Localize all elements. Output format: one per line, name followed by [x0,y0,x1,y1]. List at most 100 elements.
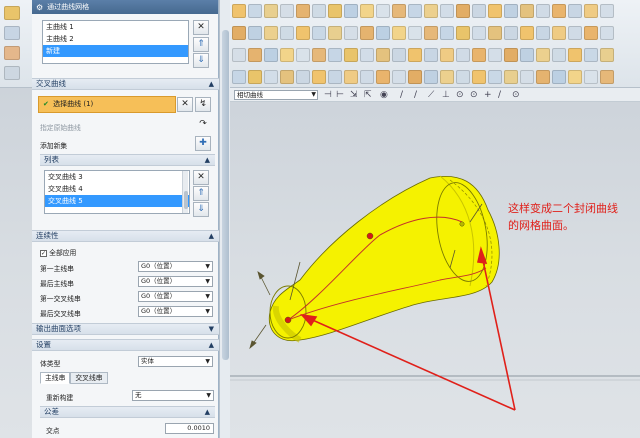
feature-tool-icon[interactable] [248,48,262,62]
surface-tool-icon[interactable] [360,26,374,40]
feature-tool-icon[interactable] [568,48,582,62]
snap-icon[interactable]: ⟋ [428,89,434,101]
surface-tool-icon[interactable] [456,26,470,40]
scrollbar-thumb[interactable] [222,30,229,360]
list-section-header[interactable]: 列表 ▲ [40,154,215,166]
edit-tool-icon[interactable] [344,70,358,84]
feature-tool-icon[interactable] [504,48,518,62]
apply-all-checkbox[interactable]: ✓ 全部应用 [40,247,76,257]
move-down-button[interactable]: ⇓ [193,53,209,68]
surface-tool-icon[interactable] [328,26,342,40]
edit-tool-icon[interactable] [600,70,614,84]
list-scrollbar[interactable] [182,171,188,213]
edit-tool-icon[interactable] [232,70,246,84]
curve-tool-icon[interactable] [456,4,470,18]
cross-curve-section-header[interactable]: 交叉曲线 ▲ [32,78,219,90]
continuity-select[interactable]: G0（位置） ▼ [138,276,213,287]
curve-tool-icon[interactable] [472,4,486,18]
snap-icon[interactable]: ⊥ [442,89,450,101]
curve-tool-icon[interactable] [568,4,582,18]
feature-tool-icon[interactable] [440,48,454,62]
output-options-section-header[interactable]: 输出曲面选项 ▼ [32,323,219,335]
feature-tool-icon[interactable] [280,48,294,62]
intersect-tolerance-input[interactable]: 0.0010 [165,423,214,434]
section-builder-button[interactable]: ↯ [195,97,211,112]
edit-tool-icon[interactable] [296,70,310,84]
surface-tool-icon[interactable] [536,26,550,40]
curve-tool-icon[interactable] [552,4,566,18]
remove-button[interactable]: ✕ [193,170,209,185]
dialog-scrollbar[interactable] [219,0,230,438]
edit-tool-icon[interactable] [376,70,390,84]
snap-icon[interactable]: ⇱ [364,89,372,101]
feature-tool-icon[interactable] [520,48,534,62]
surface-tool-icon[interactable] [408,26,422,40]
curve-tool-icon[interactable] [600,4,614,18]
feature-tool-icon[interactable] [584,48,598,62]
list-item[interactable]: 交叉曲线 4 [45,183,189,195]
feature-tool-icon[interactable] [312,48,326,62]
list-item[interactable]: 主曲线 2 [43,33,188,45]
surface-tool-icon[interactable] [344,26,358,40]
feature-tool-icon[interactable] [536,48,550,62]
edit-tool-icon[interactable] [504,70,518,84]
surface-tool-icon[interactable] [280,26,294,40]
curve-tool-icon[interactable] [408,4,422,18]
remove-button[interactable]: ✕ [193,20,209,35]
edit-tool-icon[interactable] [568,70,582,84]
toolbar-icon[interactable] [4,66,20,80]
edit-tool-icon[interactable] [472,70,486,84]
toolbar-icon[interactable] [4,26,20,40]
surface-tool-icon[interactable] [472,26,486,40]
surface-tool-icon[interactable] [440,26,454,40]
curve-rule-button[interactable]: ✕ [177,97,193,112]
edit-tool-icon[interactable] [456,70,470,84]
feature-tool-icon[interactable] [376,48,390,62]
feature-tool-icon[interactable] [488,48,502,62]
surface-tool-icon[interactable] [488,26,502,40]
continuity-select[interactable]: G0（位置） ▼ [138,291,213,302]
surface-tool-icon[interactable] [248,26,262,40]
snap-icon[interactable]: ∕ [498,89,501,101]
snap-icon[interactable]: ⊙ [470,89,478,101]
edit-tool-icon[interactable] [424,70,438,84]
curve-tool-icon[interactable] [424,4,438,18]
curve-tool-icon[interactable] [264,4,278,18]
curve-tool-icon[interactable] [440,4,454,18]
surface-tool-icon[interactable] [232,4,246,18]
snap-icon[interactable]: + [484,89,492,101]
surface-tool-icon[interactable] [232,26,246,40]
toolbar-icon[interactable] [4,46,20,60]
snap-icon[interactable]: ⇲ [350,89,358,101]
tab-primary-string[interactable]: 主线串 [40,372,71,384]
snap-icon[interactable]: ◉ [380,89,388,101]
snap-icon[interactable]: ∕ [414,89,417,101]
edit-tool-icon[interactable] [536,70,550,84]
feature-tool-icon[interactable] [344,48,358,62]
continuity-select[interactable]: G0（位置） ▼ [138,261,213,272]
surface-tool-icon[interactable] [296,26,310,40]
curve-tool-icon[interactable] [344,4,358,18]
checkbox-checked-icon[interactable]: ✓ [40,250,47,257]
edit-tool-icon[interactable] [440,70,454,84]
surface-tool-icon[interactable] [392,26,406,40]
edit-tool-icon[interactable] [408,70,422,84]
surface-tool-icon[interactable] [520,26,534,40]
curve-tool-icon[interactable] [504,4,518,18]
snap-icon[interactable]: ⊙ [456,89,464,101]
snap-icon[interactable]: ⊢ [336,89,344,101]
curve-tool-icon[interactable] [376,4,390,18]
continuity-select[interactable]: G0（位置） ▼ [138,306,213,317]
curve-tool-icon[interactable] [248,4,262,18]
edit-tool-icon[interactable] [360,70,374,84]
edit-tool-icon[interactable] [488,70,502,84]
surface-tool-icon[interactable] [424,26,438,40]
edit-tool-icon[interactable] [520,70,534,84]
curve-tool-icon[interactable] [280,4,294,18]
feature-tool-icon[interactable] [472,48,486,62]
edit-tool-icon[interactable] [584,70,598,84]
curve-tool-icon[interactable] [488,4,502,18]
edit-tool-icon[interactable] [312,70,326,84]
curve-tool-icon[interactable] [296,4,310,18]
feature-tool-icon[interactable] [328,48,342,62]
